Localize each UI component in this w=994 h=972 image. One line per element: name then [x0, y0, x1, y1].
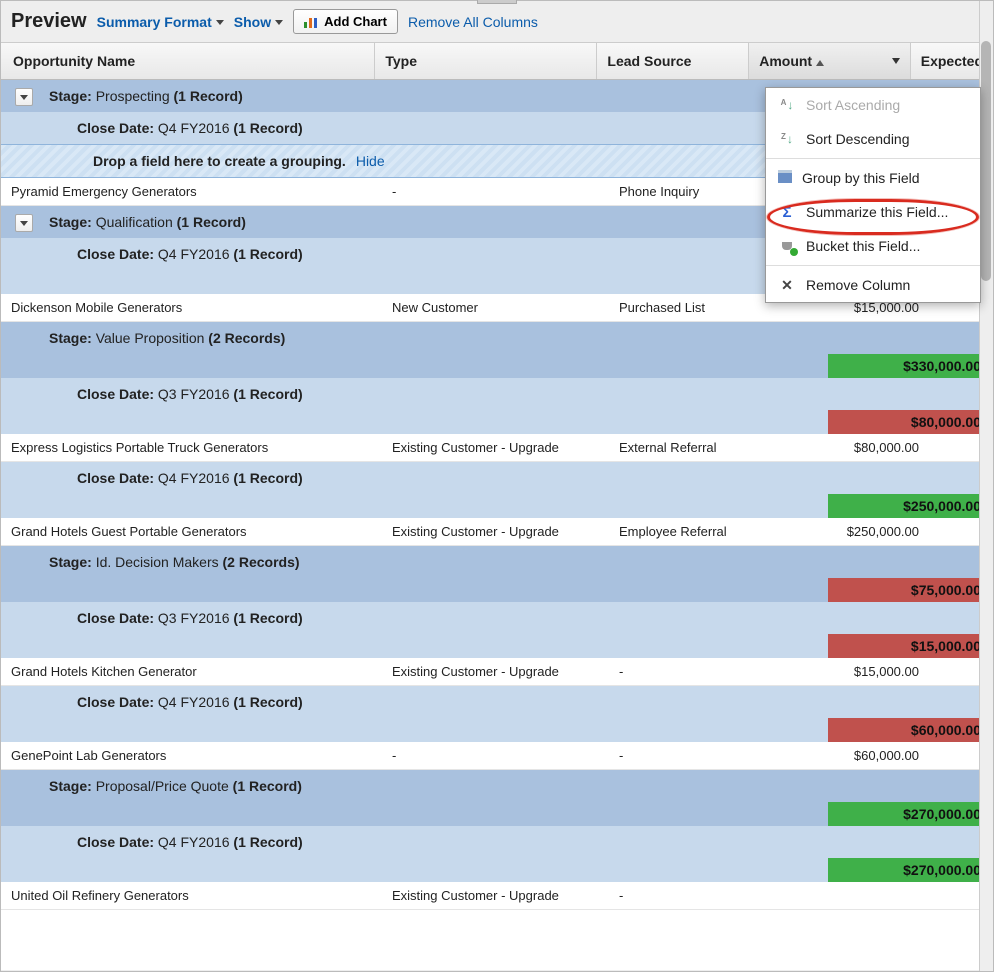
date-summary-row: $270,000.00 [1, 858, 993, 882]
cell-opportunity-name: Express Logistics Portable Truck Generat… [1, 435, 384, 460]
drag-notch[interactable] [477, 0, 517, 4]
sort-desc-icon [778, 131, 796, 147]
stage-group-header[interactable]: Stage: Proposal/Price Quote (1 Record) [1, 770, 993, 802]
table-header: Opportunity Name Type Lead Source Amount… [1, 43, 993, 80]
stage-summary-row: $330,000.00 [1, 354, 993, 378]
summary-amount: $80,000.00 [828, 410, 993, 434]
data-row[interactable]: Grand Hotels Kitchen GeneratorExisting C… [1, 658, 993, 686]
menu-bucket-field[interactable]: Bucket this Field... [766, 229, 980, 263]
cell-lead-source: Employee Referral [611, 519, 766, 544]
group-icon [778, 173, 792, 183]
date-summary-row: $250,000.00 [1, 494, 993, 518]
stage-summary-row: $270,000.00 [1, 802, 993, 826]
summary-amount: $330,000.00 [828, 354, 993, 378]
cell-amount: $60,000.00 [766, 743, 931, 768]
date-group-header[interactable]: Close Date: Q4 FY2016 (1 Record) [1, 462, 993, 494]
column-menu: Sort Ascending Sort Descending Group by … [765, 87, 981, 303]
col-type[interactable]: Type [375, 43, 597, 79]
summary-amount: $60,000.00 [828, 718, 993, 742]
stage-group-header[interactable]: Stage: Id. Decision Makers (2 Records) [1, 546, 993, 578]
cell-amount: $15,000.00 [766, 659, 931, 684]
preview-title: Preview [11, 10, 87, 33]
column-menu-button[interactable] [892, 58, 900, 64]
cell-lead-source: External Referral [611, 435, 766, 460]
cell-type: Existing Customer - Upgrade [384, 435, 611, 460]
sigma-icon: Σ [778, 204, 796, 220]
date-group-header[interactable]: Close Date: Q3 FY2016 (1 Record) [1, 602, 993, 634]
chart-icon [304, 16, 318, 28]
close-icon: ✕ [778, 277, 796, 293]
toolbar: Preview Summary Format Show Add Chart Re… [1, 1, 993, 42]
summary-amount: $15,000.00 [828, 634, 993, 658]
remove-all-columns-link[interactable]: Remove All Columns [408, 14, 538, 30]
summary-amount: $270,000.00 [828, 802, 993, 826]
vertical-scrollbar[interactable] [979, 1, 993, 971]
col-lead-source[interactable]: Lead Source [597, 43, 749, 79]
cell-opportunity-name: Pyramid Emergency Generators [1, 179, 384, 204]
cell-type: Existing Customer - Upgrade [384, 519, 611, 544]
data-row[interactable]: United Oil Refinery GeneratorsExisting C… [1, 882, 993, 910]
menu-summarize-field[interactable]: ΣSummarize this Field... [766, 195, 980, 229]
collapse-toggle[interactable] [15, 88, 33, 106]
summary-format-link[interactable]: Summary Format [97, 14, 224, 30]
data-row[interactable]: Grand Hotels Guest Portable GeneratorsEx… [1, 518, 993, 546]
cell-type: - [384, 179, 611, 204]
col-amount[interactable]: Amount [749, 43, 911, 79]
sort-asc-icon [816, 60, 824, 66]
cell-opportunity-name: United Oil Refinery Generators [1, 883, 384, 908]
menu-sort-descending[interactable]: Sort Descending [766, 122, 980, 156]
cell-opportunity-name: GenePoint Lab Generators [1, 743, 384, 768]
data-row[interactable]: GenePoint Lab Generators--$60,000.00 [1, 742, 993, 770]
date-group-header[interactable]: Close Date: Q4 FY2016 (1 Record) [1, 686, 993, 718]
menu-sort-ascending[interactable]: Sort Ascending [766, 88, 980, 122]
menu-separator [766, 158, 980, 159]
cell-type: Existing Customer - Upgrade [384, 883, 611, 908]
menu-group-by-field[interactable]: Group by this Field [766, 161, 980, 195]
cell-type: - [384, 743, 611, 768]
cell-amount: $80,000.00 [766, 435, 931, 460]
collapse-toggle[interactable] [15, 214, 33, 232]
date-group-header[interactable]: Close Date: Q4 FY2016 (1 Record) [1, 826, 993, 858]
date-summary-row: $15,000.00 [1, 634, 993, 658]
show-link[interactable]: Show [234, 14, 283, 30]
caret-down-icon [216, 20, 224, 25]
stage-group-header[interactable]: Stage: Value Proposition (2 Records) [1, 322, 993, 354]
cell-amount [766, 891, 931, 901]
cell-amount: $250,000.00 [766, 519, 931, 544]
scroll-thumb[interactable] [981, 41, 991, 281]
cell-type: New Customer [384, 295, 611, 320]
col-opportunity-name[interactable]: Opportunity Name [1, 43, 375, 79]
summary-amount: $75,000.00 [828, 578, 993, 602]
cell-lead-source: Phone Inquiry [611, 179, 766, 204]
cell-lead-source: - [611, 659, 766, 684]
summary-amount: $270,000.00 [828, 858, 993, 882]
data-row[interactable]: Express Logistics Portable Truck Generat… [1, 434, 993, 462]
summary-amount: $250,000.00 [828, 494, 993, 518]
cell-lead-source: - [611, 883, 766, 908]
cell-opportunity-name: Dickenson Mobile Generators [1, 295, 384, 320]
cell-opportunity-name: Grand Hotels Guest Portable Generators [1, 519, 384, 544]
cell-lead-source: Purchased List [611, 295, 766, 320]
menu-separator [766, 265, 980, 266]
stage-summary-row: $75,000.00 [1, 578, 993, 602]
date-group-header[interactable]: Close Date: Q3 FY2016 (1 Record) [1, 378, 993, 410]
sort-asc-icon [778, 97, 796, 113]
caret-down-icon [275, 20, 283, 25]
date-summary-row: $80,000.00 [1, 410, 993, 434]
bucket-icon [778, 238, 796, 254]
cell-opportunity-name: Grand Hotels Kitchen Generator [1, 659, 384, 684]
hide-link[interactable]: Hide [356, 153, 385, 169]
menu-remove-column[interactable]: ✕Remove Column [766, 268, 980, 302]
date-summary-row: $60,000.00 [1, 718, 993, 742]
add-chart-button[interactable]: Add Chart [293, 9, 398, 34]
cell-lead-source: - [611, 743, 766, 768]
cell-type: Existing Customer - Upgrade [384, 659, 611, 684]
